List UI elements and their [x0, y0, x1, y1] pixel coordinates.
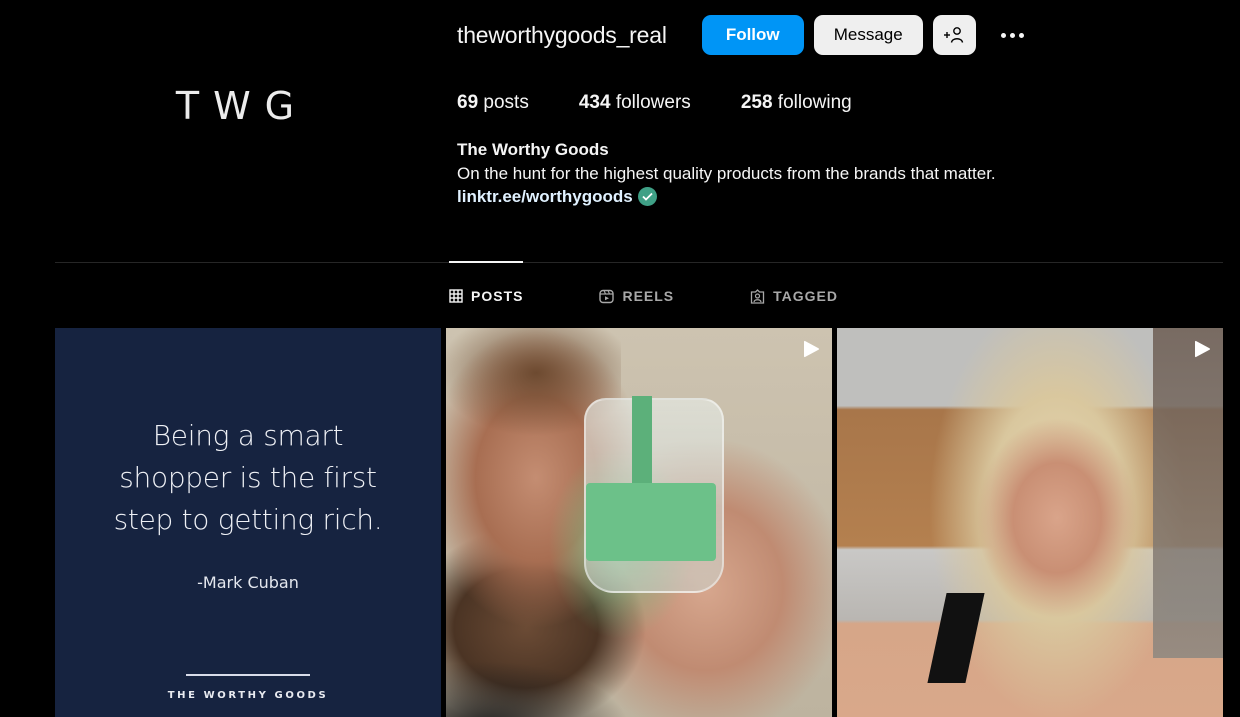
- bio-link[interactable]: linktr.ee/worthygoods: [457, 185, 996, 209]
- follow-button[interactable]: Follow: [701, 15, 804, 55]
- jar-strip-shape: [632, 396, 652, 491]
- bio-link-text: linktr.ee/worthygoods: [457, 187, 633, 206]
- following-count: 258: [740, 92, 773, 113]
- play-icon: [804, 340, 819, 358]
- quote-line: Being a smart: [152, 419, 344, 452]
- profile-avatar[interactable]: TWG: [150, 72, 320, 140]
- play-icon: [1195, 340, 1210, 358]
- grid-icon: [449, 289, 463, 303]
- username: theworthygoods_real: [457, 21, 667, 48]
- following-stat[interactable]: 258 following: [741, 92, 852, 114]
- quote-divider: [186, 674, 310, 676]
- bio-description: On the hunt for the highest quality prod…: [457, 163, 996, 183]
- tagged-icon: [751, 288, 765, 304]
- suggest-accounts-button[interactable]: [932, 15, 976, 55]
- quote-brand: THE WORTHY GOODS: [167, 690, 329, 701]
- bio-display-name: The Worthy Goods: [457, 140, 609, 159]
- followers-label: followers: [615, 92, 691, 113]
- more-options-button[interactable]: [998, 15, 1028, 55]
- post-tile-reel[interactable]: [446, 328, 832, 717]
- quote-author: -Mark Cuban: [197, 573, 299, 592]
- verified-check-icon: [637, 187, 657, 207]
- tab-reels-label: REELS: [622, 288, 675, 304]
- tabs-divider: [55, 262, 1223, 263]
- post-tile-quote[interactable]: Being a smart shopper is the first step …: [55, 328, 441, 717]
- logo-text: TWG: [175, 84, 309, 128]
- jar-label-shape: [586, 483, 716, 561]
- tab-tagged-label: TAGGED: [773, 288, 839, 304]
- tab-posts[interactable]: POSTS: [449, 288, 523, 304]
- tab-reels[interactable]: REELS: [599, 288, 674, 304]
- quote-text: Being a smart shopper is the first step …: [78, 415, 418, 541]
- photo-region: [1153, 328, 1223, 658]
- more-horizontal-icon: [1001, 32, 1025, 38]
- profile-stats: 69 posts 434 followers 258 following: [457, 90, 902, 116]
- reels-icon: [599, 289, 615, 303]
- posts-count: 69: [457, 92, 479, 113]
- add-person-icon: [944, 27, 964, 43]
- posts-label: posts: [483, 92, 529, 113]
- post-tile-reel[interactable]: [837, 328, 1223, 717]
- profile-header-row: theworthygoods_real Follow Message: [457, 15, 1028, 55]
- following-label: following: [777, 92, 852, 113]
- quote-line: step to getting rich.: [113, 503, 383, 536]
- tab-tagged[interactable]: TAGGED: [750, 288, 838, 304]
- profile-tabs: POSTS REELS TAGGED: [449, 284, 914, 308]
- profile-bio: The Worthy Goods On the hunt for the hig…: [457, 138, 996, 209]
- profile-page: TWG theworthygoods_real Follow Message 6…: [0, 0, 1240, 717]
- tab-posts-label: POSTS: [471, 288, 524, 304]
- message-button[interactable]: Message: [813, 15, 923, 55]
- photo-region: [927, 593, 985, 683]
- active-tab-indicator: [449, 261, 523, 263]
- photo-region: [446, 628, 676, 717]
- posts-grid: Being a smart shopper is the first step …: [55, 328, 1223, 717]
- quote-line: shopper is the first: [119, 461, 377, 494]
- followers-stat[interactable]: 434 followers: [579, 92, 691, 114]
- posts-stat: 69 posts: [457, 92, 529, 114]
- followers-count: 434: [578, 92, 611, 113]
